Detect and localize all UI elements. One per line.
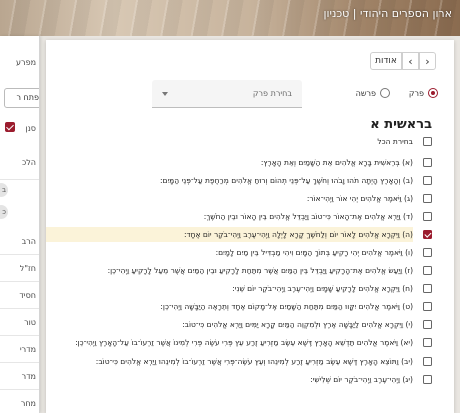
verse-text: (ג) וַיֹּאמֶר אֱלֹהִים יְהִי אוֹר וַיְהִ… xyxy=(306,193,413,203)
portion-radio-option[interactable]: פרשה xyxy=(356,88,390,98)
chapter-radio[interactable] xyxy=(428,88,438,98)
chapter-title: בראשית א xyxy=(370,117,432,132)
chapter-radio-label: פרק xyxy=(408,88,424,98)
sidebar-item[interactable]: חז"ל xyxy=(0,256,39,282)
select-all-row[interactable]: בחירת הכל xyxy=(46,134,454,150)
verse-text: (ד) וַיַּרְא אֱלֹהִים אֶת־הָאוֹר כִּי־טו… xyxy=(203,211,413,221)
verse-checkbox[interactable] xyxy=(423,157,432,167)
verse-text: (ב) וְהָאָרֶץ הָיְתָה תֹהוּ וָבֹהוּ וְחֹ… xyxy=(159,175,413,185)
verse-checkbox[interactable] xyxy=(423,175,432,185)
verse-row[interactable]: (י) וַיִּקְרָא אֱלֹהִים לַיַּבָּשָׁה אֶר… xyxy=(46,317,454,333)
verse-checkbox[interactable] xyxy=(423,375,432,385)
verse-text: (א) בְּרֵאשִׁית בָּרָא אֱלֹהִים אֵת הַשָ… xyxy=(260,157,413,167)
select-all-label: בחירת הכל xyxy=(377,137,413,146)
about-button[interactable]: אודות xyxy=(370,52,402,70)
prev-chapter-button[interactable]: ‹ xyxy=(402,52,419,70)
sidebar-chip[interactable]: כ xyxy=(0,205,8,219)
main-panel: אודות ‹ › פרק פרשה בחירת פרק בראשית א בח… xyxy=(46,40,454,413)
verse-checkbox[interactable] xyxy=(423,320,432,330)
verse-text: (יא) וַיֹּאמֶר אֱלֹהִים תַּדְשֵׁא הָאָרֶ… xyxy=(75,338,413,348)
verse-checkbox[interactable] xyxy=(423,193,432,203)
sidebar-item[interactable]: מדר xyxy=(0,364,39,390)
chevron-right-icon: › xyxy=(425,54,430,68)
verse-row[interactable]: (ט) וַיֹּאמֶר אֱלֹהִים יִקָּווּ הַמַּיִם… xyxy=(46,299,454,315)
sidebar-filter-checkbox[interactable] xyxy=(5,122,15,132)
verse-text: (ה) וַיִּקְרָא אֱלֹהִים לָאוֹר יוֹם וְלַ… xyxy=(46,226,413,243)
verse-navigation: אודות ‹ › xyxy=(370,52,436,70)
chapter-radio-option[interactable]: פרק xyxy=(409,88,438,98)
verse-checkbox[interactable] xyxy=(423,266,432,276)
dropdown-arrow-icon xyxy=(162,92,168,96)
verse-checkbox[interactable] xyxy=(423,356,432,366)
verse-text: (יב) וַתּוֹצֵא הָאָרֶץ דֶּשֶׁא עֵשֶׂב מַ… xyxy=(95,356,413,366)
verse-checkbox[interactable] xyxy=(423,229,432,239)
verse-text: (ח) וַיִּקְרָא אֱלֹהִים לָרָקִיעַ שָׁמָי… xyxy=(232,284,413,294)
next-chapter-button[interactable]: › xyxy=(419,52,436,70)
portion-radio[interactable] xyxy=(380,88,390,98)
verse-text: (יג) וַיְהִי־עֶרֶב וַיְהִי־בֹקֶר יוֹם שְ… xyxy=(310,375,413,385)
app-header: ארון הספרים היהודי | טכניון xyxy=(0,0,460,36)
verse-row[interactable]: (ז) וַיַּעַשׂ אֱלֹהִים אֶת־הָרָקִיעַ וַי… xyxy=(46,263,454,279)
chevron-left-icon: ‹ xyxy=(408,54,413,68)
sidebar-item[interactable]: מדרי xyxy=(0,337,39,363)
verse-row[interactable]: (ה) וַיִּקְרָא אֱלֹהִים לָאוֹר יוֹם וְלַ… xyxy=(46,226,454,243)
verse-checkbox[interactable] xyxy=(423,338,432,348)
verse-row[interactable]: (יג) וַיְהִי־עֶרֶב וַיְהִי־בֹקֶר יוֹם שְ… xyxy=(46,372,454,388)
sidebar-section-label: הלכ xyxy=(0,146,39,180)
sidebar-item[interactable]: מחר xyxy=(0,391,39,413)
verse-checkbox[interactable] xyxy=(423,302,432,312)
verse-text: (ו) וַיֹּאמֶר אֱלֹהִים יְהִי רָקִיעַ בְּ… xyxy=(215,247,413,257)
sidebar-label: מפרע xyxy=(16,58,36,67)
verse-checkbox[interactable] xyxy=(423,247,432,257)
sidebar-item[interactable]: הרב xyxy=(0,229,39,255)
left-sidebar-panel: מפרע פתח ר סנן הלכ ב כ הרב חז"ל חסיד טור… xyxy=(0,36,40,413)
select-all-checkbox[interactable] xyxy=(423,137,432,146)
sidebar-filter-label: סנן xyxy=(25,124,36,133)
chapter-select-placeholder: בחירת פרק xyxy=(252,89,292,98)
sidebar-item[interactable]: טור xyxy=(0,310,39,336)
verse-row[interactable]: (ב) וְהָאָרֶץ הָיְתָה תֹהוּ וָבֹהוּ וְחֹ… xyxy=(46,173,454,189)
verse-row[interactable]: (ג) וַיֹּאמֶר אֱלֹהִים יְהִי אוֹר וַיְהִ… xyxy=(46,191,454,207)
verse-row[interactable]: (יב) וַתּוֹצֵא הָאָרֶץ דֶּשֶׁא עֵשֶׂב מַ… xyxy=(46,354,454,370)
verse-text: (ט) וַיֹּאמֶר אֱלֹהִים יִקָּווּ הַמַּיִם… xyxy=(160,302,413,312)
sidebar-item[interactable]: חסיד xyxy=(0,283,39,309)
verse-checkbox[interactable] xyxy=(423,284,432,294)
verse-checkbox[interactable] xyxy=(423,211,432,221)
portion-radio-label: פרשה xyxy=(355,88,376,98)
chapter-select[interactable]: בחירת פרק xyxy=(152,80,302,108)
app-title[interactable]: ארון הספרים היהודי | טכניון xyxy=(323,7,452,20)
sidebar-open-button[interactable]: פתח ר xyxy=(4,88,39,108)
verse-text: (י) וַיִּקְרָא אֱלֹהִים לַיַּבָּשָׁה אֶר… xyxy=(182,320,413,330)
verse-text: (ז) וַיַּעַשׂ אֱלֹהִים אֶת־הָרָקִיעַ וַי… xyxy=(107,266,413,276)
verse-list: בחירת הכל (א) בְּרֵאשִׁית בָּרָא אֱלֹהִי… xyxy=(46,134,454,390)
verse-row[interactable]: (ד) וַיַּרְא אֱלֹהִים אֶת־הָאוֹר כִּי־טו… xyxy=(46,209,454,225)
sidebar-chip[interactable]: ב xyxy=(0,183,8,197)
verse-row[interactable]: (ח) וַיִּקְרָא אֱלֹהִים לָרָקִיעַ שָׁמָי… xyxy=(46,281,454,297)
verse-row[interactable]: (ו) וַיֹּאמֶר אֱלֹהִים יְהִי רָקִיעַ בְּ… xyxy=(46,245,454,261)
verse-row[interactable]: (א) בְּרֵאשִׁית בָּרָא אֱלֹהִים אֵת הַשָ… xyxy=(46,155,454,171)
verse-row[interactable]: (יא) וַיֹּאמֶר אֱלֹהִים תַּדְשֵׁא הָאָרֶ… xyxy=(46,335,454,351)
